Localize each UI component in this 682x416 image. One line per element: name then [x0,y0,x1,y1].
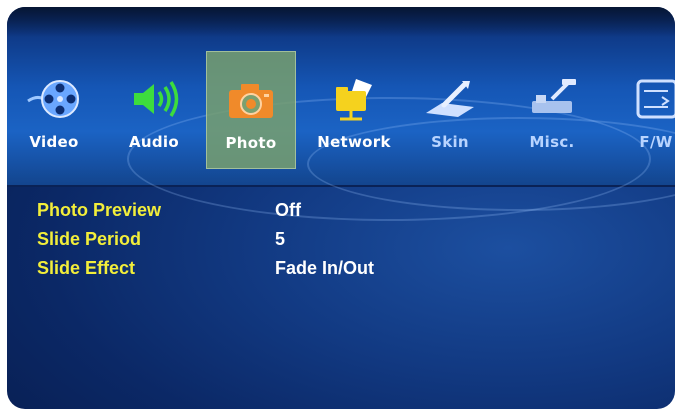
menu-item-label: Photo [225,134,277,152]
menu-item-video[interactable]: Video [9,51,99,169]
setting-row-slide-period[interactable]: Slide Period 5 [37,229,637,258]
setting-row-photo-preview[interactable]: Photo Preview Off [37,200,637,229]
menu-item-label: Misc. [529,133,575,151]
tv-screen: Video Audio Photo Network Skin Misc. F/W… [7,7,675,409]
photo-settings-list: Photo Preview Off Slide Period 5 Slide E… [37,200,637,287]
camera-icon [229,84,273,118]
tools-icon [532,79,576,113]
setting-label: Photo Preview [37,200,162,220]
menu-item-network[interactable]: Network [309,51,399,169]
menu-item-skin[interactable]: Skin [405,51,495,169]
speaker-icon [134,81,179,117]
menu-item-label: Video [29,133,79,151]
menu-item-label: Audio [129,133,179,151]
setting-value[interactable]: Off [275,200,301,221]
film-reel-icon [27,80,79,118]
menu-item-audio[interactable]: Audio [109,51,199,169]
brush-icon [426,81,474,117]
setting-value[interactable]: Fade In/Out [275,258,374,279]
tv-frame: Video Audio Photo Network Skin Misc. F/W… [0,0,682,416]
menu-item-misc[interactable]: Misc. [507,51,597,169]
menu-item-label: Skin [431,133,469,151]
menu-bar: Video Audio Photo Network Skin Misc. F/W [7,7,675,221]
menu-item-fw[interactable]: F/W [611,51,675,169]
setting-label: Slide Period [37,229,142,249]
network-folder-icon [336,79,372,121]
menu-item-label: Network [317,133,391,151]
menu-items: Video Audio Photo Network Skin Misc. F/W [7,51,675,169]
setting-value[interactable]: 5 [275,229,285,250]
firmware-icon [636,79,675,119]
menu-item-label: F/W [639,133,673,151]
setting-label: Slide Effect [37,258,136,278]
menu-item-photo[interactable]: Photo [206,51,296,169]
setting-row-slide-effect[interactable]: Slide Effect Fade In/Out [37,258,637,287]
menu-bar-shade [7,7,675,37]
